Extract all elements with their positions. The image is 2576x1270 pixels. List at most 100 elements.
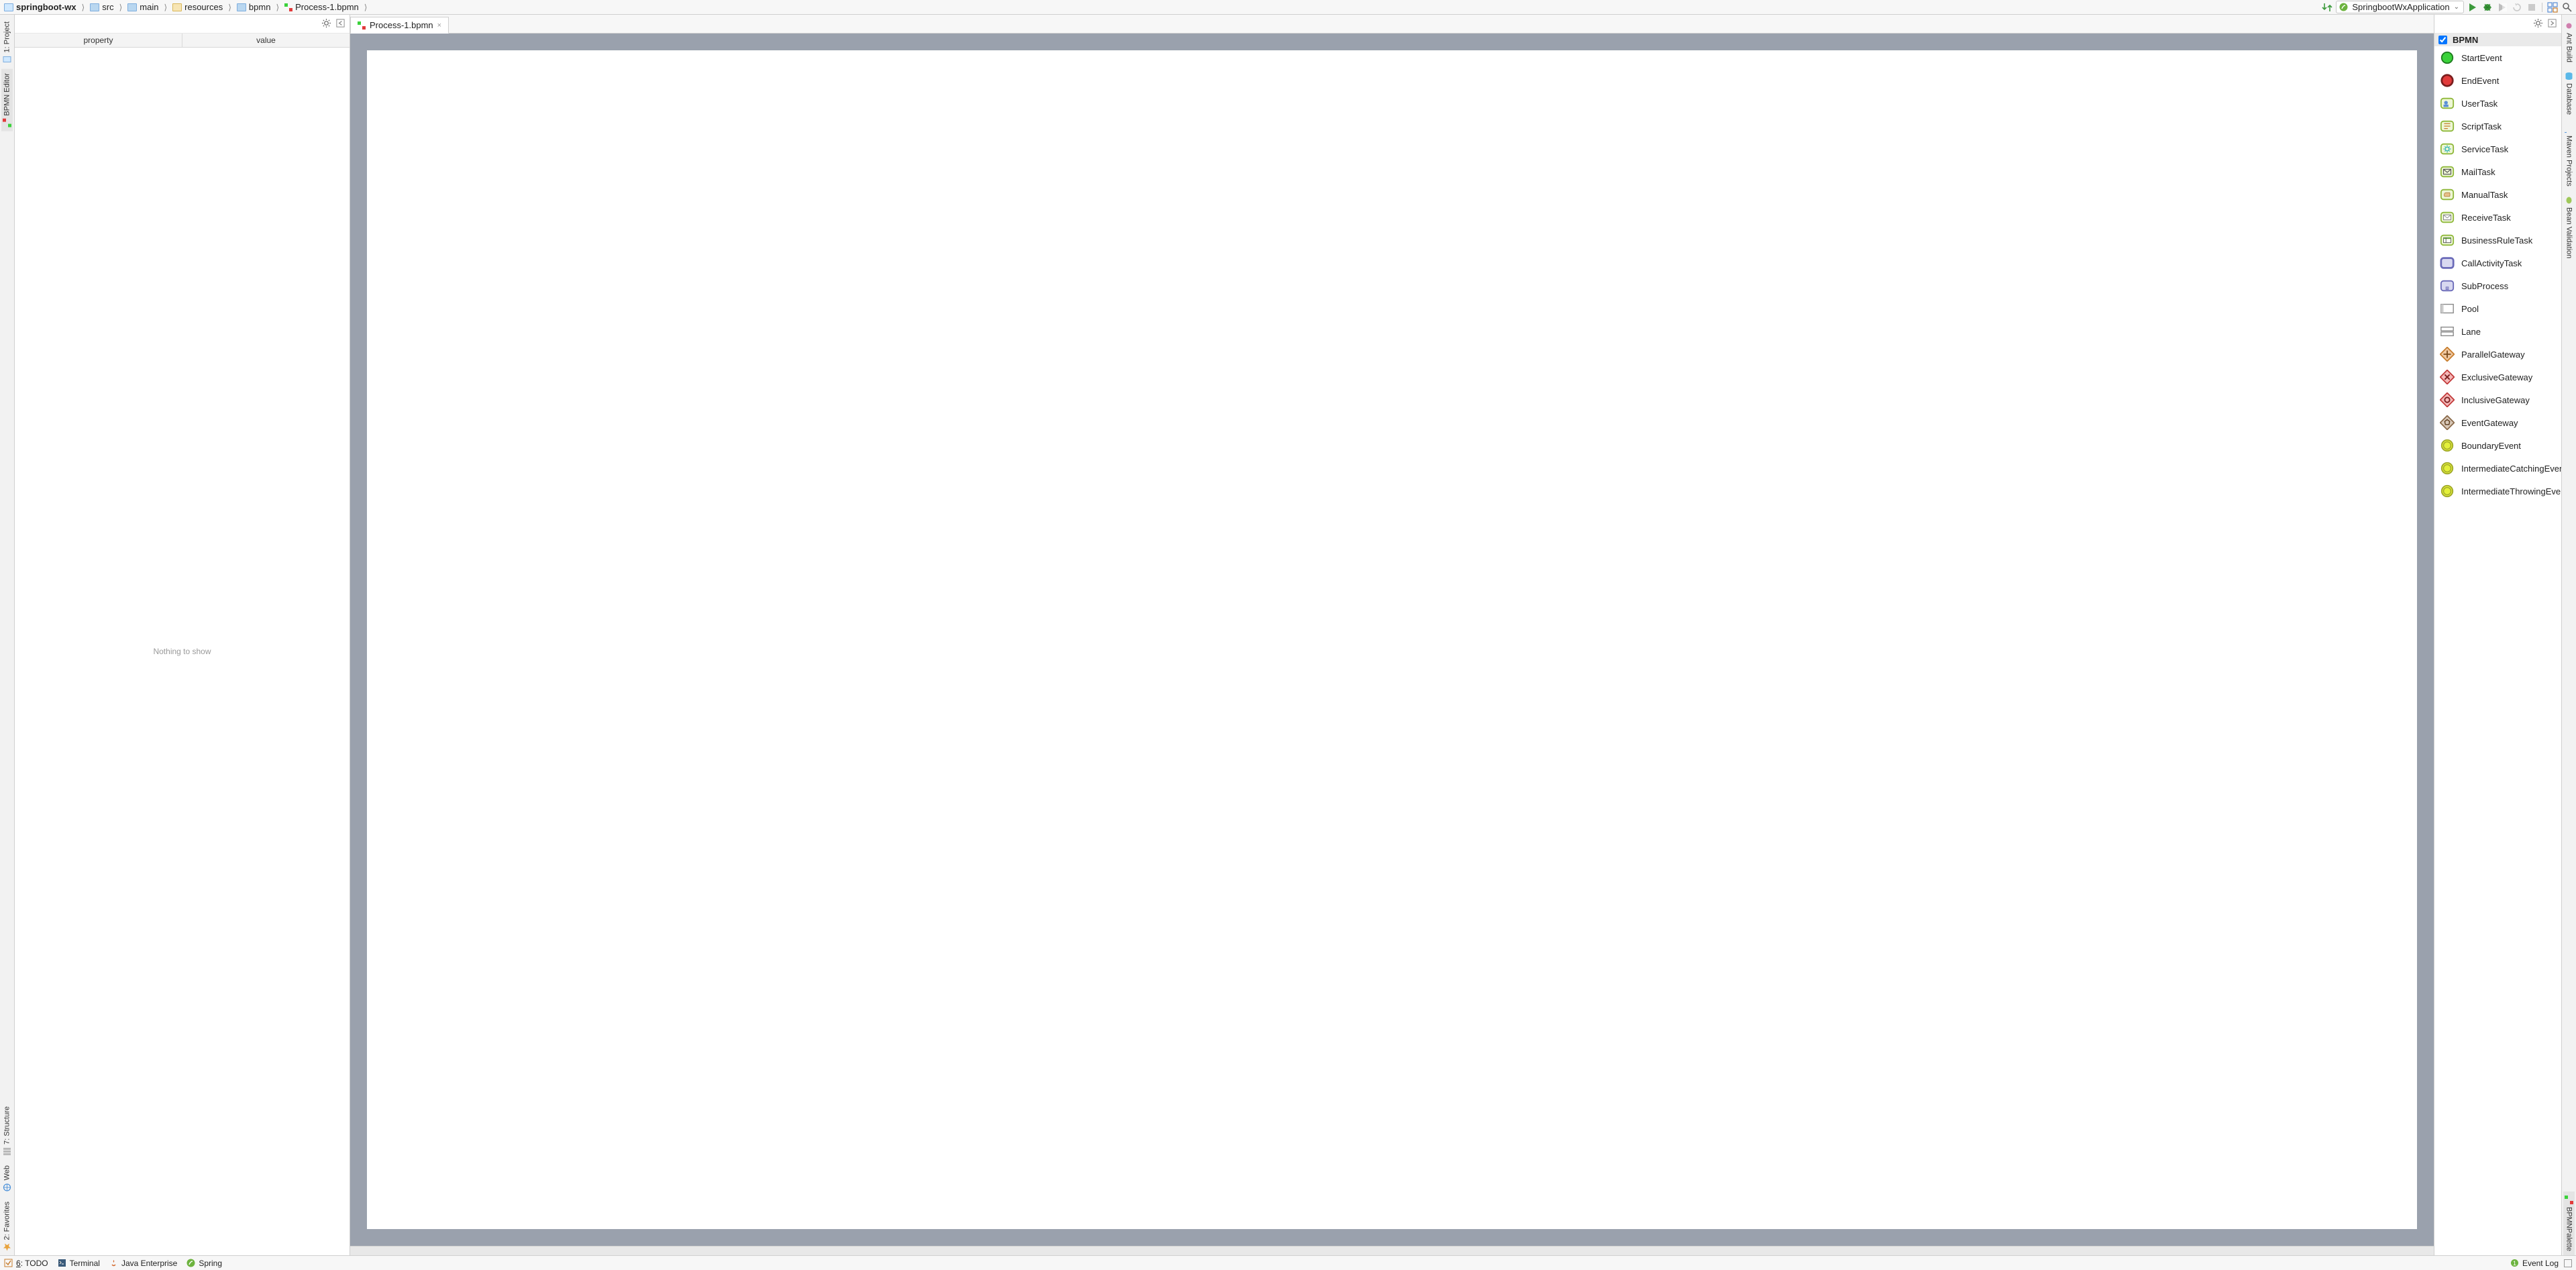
usertask-icon	[2440, 96, 2455, 111]
palette-item-label: EventGateway	[2461, 418, 2518, 428]
hide-panel-icon[interactable]	[2547, 18, 2557, 30]
canvas-viewport[interactable]	[350, 34, 2434, 1246]
gear-icon[interactable]	[321, 18, 331, 30]
palette-item-parallelgateway[interactable]: ParallelGateway	[2434, 343, 2561, 366]
java-ee-icon	[109, 1259, 118, 1267]
bpmn-file-icon	[284, 3, 292, 11]
palette-item-intermediatethrowingevent[interactable]: IntermediateThrowingEvent	[2434, 480, 2561, 502]
palette-item-intermediatecatchingevent[interactable]: IntermediateCatchingEvent	[2434, 457, 2561, 480]
palette-item-startevent[interactable]: StartEvent	[2434, 46, 2561, 69]
property-table-header: property value	[15, 34, 350, 48]
palette-header[interactable]: BPMN	[2434, 34, 2561, 46]
palette-item-exclusivegateway[interactable]: ExclusiveGateway	[2434, 366, 2561, 388]
palette-item-scripttask[interactable]: ScriptTask	[2434, 115, 2561, 138]
crumb-src[interactable]: src	[89, 2, 115, 12]
palette-item-label: StartEvent	[2461, 53, 2502, 63]
folder-icon	[127, 3, 137, 11]
palette-item-label: Pool	[2461, 304, 2479, 314]
palette-item-manualtask[interactable]: ManualTask	[2434, 183, 2561, 206]
toolwindow-java-ee[interactable]: Java Enterprise	[109, 1259, 177, 1268]
palette-item-lane[interactable]: Lane	[2434, 320, 2561, 343]
svg-text:m: m	[2565, 131, 2569, 133]
rerun-button[interactable]	[2511, 1, 2523, 13]
toolwindow-project[interactable]: 1: Project	[1, 17, 13, 68]
project-structure-button[interactable]	[2546, 1, 2559, 13]
toolwindow-maven[interactable]: m Maven Projects	[2563, 120, 2575, 191]
status-todo-label: 6: TODO	[16, 1259, 48, 1268]
palette-item-label: ScriptTask	[2461, 121, 2502, 131]
parallelgateway-icon	[2440, 347, 2455, 362]
toolwindow-todo[interactable]: 6: TODO	[4, 1259, 48, 1268]
chevron-right-icon: ⟩	[162, 3, 168, 12]
palette-item-usertask[interactable]: UserTask	[2434, 92, 2561, 115]
status-terminal-label: Terminal	[70, 1259, 100, 1268]
event-log-icon: 1	[2510, 1259, 2519, 1267]
event-log-button[interactable]: 1 Event Log	[2510, 1259, 2559, 1268]
palette-item-mailtask[interactable]: MailTask	[2434, 160, 2561, 183]
palette-item-pool[interactable]: Pool	[2434, 297, 2561, 320]
mailtask-icon	[2440, 164, 2455, 179]
toolwindow-structure[interactable]: 7: Structure	[1, 1102, 13, 1160]
crumb-resources[interactable]: resources	[171, 2, 224, 12]
palette-item-label: EndEvent	[2461, 76, 2499, 86]
palette-item-subprocess[interactable]: SubProcess	[2434, 274, 2561, 297]
crumb-main[interactable]: main	[126, 2, 160, 12]
palette-item-label: ServiceTask	[2461, 144, 2508, 154]
crumb-src-label: src	[102, 2, 113, 12]
palette-item-callactivitytask[interactable]: CallActivityTask	[2434, 252, 2561, 274]
column-property[interactable]: property	[15, 34, 182, 47]
toolwindow-bean-validation[interactable]: Bean Validation	[2563, 192, 2575, 262]
debug-button[interactable]	[2481, 1, 2493, 13]
run-config-selector[interactable]: SpringbootWxApplication ⌄	[2336, 1, 2464, 13]
palette-item-inclusivegateway[interactable]: InclusiveGateway	[2434, 388, 2561, 411]
run-coverage-button[interactable]	[2496, 1, 2508, 13]
properties-panel: property value Nothing to show	[15, 15, 350, 1255]
toolwindow-database[interactable]: Database	[2563, 68, 2575, 119]
toolwindow-bpmn-editor[interactable]: BPMN Editor	[1, 69, 13, 131]
search-everywhere-button[interactable]	[2561, 1, 2573, 13]
toolwindow-favorites[interactable]: 2: Favorites	[1, 1198, 13, 1255]
palette-item-label: BusinessRuleTask	[2461, 235, 2532, 246]
chevron-right-icon: ⟩	[274, 3, 280, 12]
horizontal-scrollbar[interactable]	[350, 1246, 2434, 1255]
toolwindow-structure-label: 7: Structure	[3, 1106, 11, 1145]
crumb-file-label: Process-1.bpmn	[295, 2, 359, 12]
palette-item-servicetask[interactable]: ServiceTask	[2434, 138, 2561, 160]
palette-item-boundaryevent[interactable]: BoundaryEvent	[2434, 434, 2561, 457]
callactivitytask-icon	[2440, 256, 2455, 270]
startevent-icon	[2440, 50, 2455, 65]
toolwindow-spring[interactable]: Spring	[186, 1259, 222, 1268]
sync-icon[interactable]	[2321, 1, 2333, 13]
toolwindow-web[interactable]: Web	[1, 1161, 13, 1196]
chevron-right-icon: ⟩	[80, 3, 87, 12]
run-button[interactable]	[2467, 1, 2479, 13]
crumb-file[interactable]: Process-1.bpmn	[283, 2, 360, 12]
event-log-label: Event Log	[2522, 1259, 2559, 1268]
palette-item-endevent[interactable]: EndEvent	[2434, 69, 2561, 92]
palette-checkbox[interactable]	[2438, 36, 2447, 44]
palette-item-receivetask[interactable]: ReceiveTask	[2434, 206, 2561, 229]
crumb-bpmn-folder[interactable]: bpmn	[235, 2, 272, 12]
bpmn-file-icon	[358, 21, 366, 30]
svg-text:1: 1	[2513, 1260, 2516, 1267]
toolwindow-ant-build[interactable]: Ant Build	[2563, 17, 2575, 66]
bpmn-canvas[interactable]	[367, 50, 2417, 1229]
palette-item-businessruletask[interactable]: BusinessRuleTask	[2434, 229, 2561, 252]
toolwindow-bpmn-palette[interactable]: BPMNPalette	[2563, 1192, 2575, 1255]
column-value[interactable]: value	[182, 34, 350, 47]
palette-item-eventgateway[interactable]: EventGateway	[2434, 411, 2561, 434]
palette-item-label: InclusiveGateway	[2461, 395, 2530, 405]
palette-item-label: BoundaryEvent	[2461, 441, 2521, 451]
spring-icon	[2339, 3, 2348, 11]
palette-item-label: ReceiveTask	[2461, 213, 2511, 223]
close-icon[interactable]: ×	[437, 21, 441, 30]
status-indicator-icon[interactable]	[2564, 1259, 2572, 1267]
intermediatecatchingevent-icon	[2440, 461, 2455, 476]
eventgateway-icon	[2440, 415, 2455, 430]
toolwindow-terminal[interactable]: Terminal	[58, 1259, 100, 1268]
gear-icon[interactable]	[2533, 18, 2543, 30]
editor-tab-process1[interactable]: Process-1.bpmn ×	[350, 17, 449, 34]
hide-panel-icon[interactable]	[335, 18, 345, 30]
stop-button[interactable]	[2526, 1, 2538, 13]
crumb-project[interactable]: springboot-wx	[3, 2, 78, 12]
